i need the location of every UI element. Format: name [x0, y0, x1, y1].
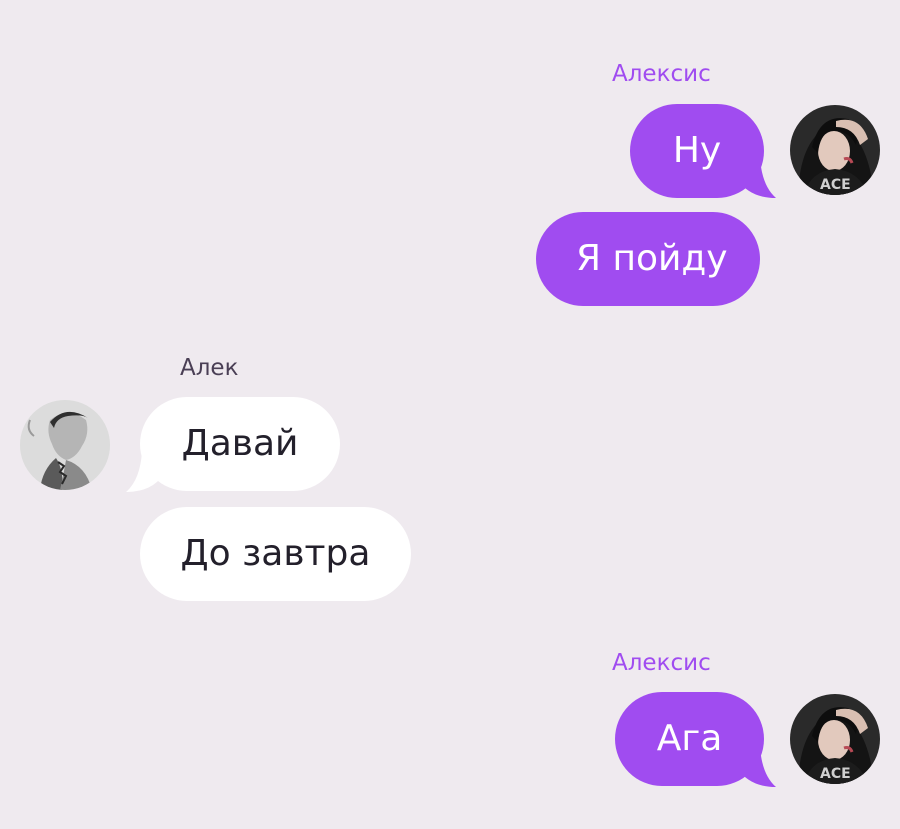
- message-bubble[interactable]: Давай: [140, 397, 340, 491]
- sender-name: Алек: [180, 355, 239, 381]
- avatar-photo-icon: ACE: [790, 694, 880, 784]
- message-bubble[interactable]: Ну: [630, 104, 764, 198]
- svg-text:ACE: ACE: [820, 766, 851, 782]
- user-avatar-alexis[interactable]: ACE: [790, 105, 880, 195]
- message-bubble[interactable]: До завтра: [140, 507, 411, 601]
- user-avatar-alek[interactable]: [20, 400, 110, 490]
- avatar-photo-icon: [20, 400, 110, 490]
- svg-text:ACE: ACE: [820, 177, 851, 193]
- message-bubble[interactable]: Я пойду: [536, 212, 760, 306]
- message-bubble[interactable]: Ага: [615, 692, 764, 786]
- sender-name: Алексис: [612, 61, 711, 87]
- avatar-photo-icon: ACE: [790, 105, 880, 195]
- sender-name: Алексис: [612, 650, 711, 676]
- user-avatar-alexis[interactable]: ACE: [790, 694, 880, 784]
